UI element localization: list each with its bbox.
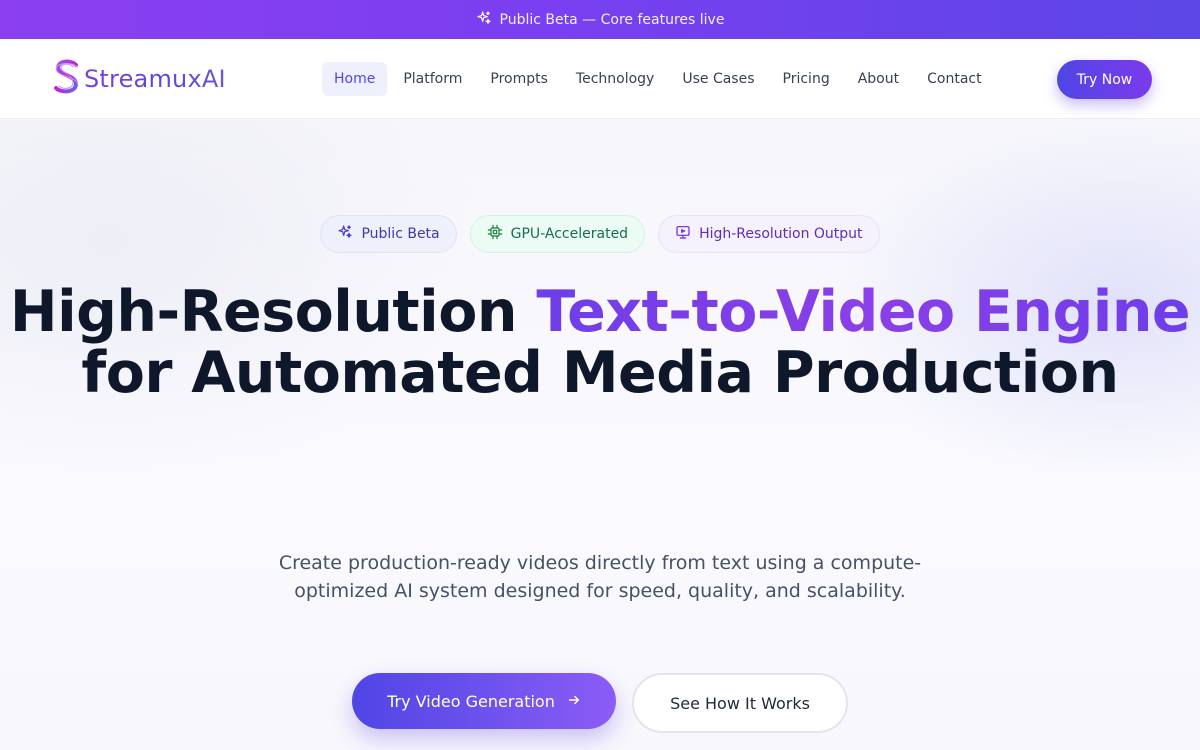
cta-label: Try Video Generation bbox=[387, 691, 555, 711]
nav-link-about[interactable]: About bbox=[846, 62, 911, 96]
brand-link[interactable]: StreamuxAI bbox=[52, 58, 226, 100]
nav-link-prompts[interactable]: Prompts bbox=[478, 62, 560, 96]
sparkles-icon bbox=[476, 10, 492, 30]
nav-link-use-cases[interactable]: Use Cases bbox=[670, 62, 766, 96]
badge-high-resolution: High-Resolution Output bbox=[658, 215, 880, 253]
headline-part-1: High-Resolution bbox=[9, 279, 518, 345]
nav-link-technology[interactable]: Technology bbox=[564, 62, 666, 96]
badge-gpu-accelerated: GPU-Accelerated bbox=[469, 215, 646, 253]
hero-headline: High-Resolution Text-to-Video Engine for… bbox=[0, 282, 1200, 404]
navbar: StreamuxAI Home Platform Prompts Technol… bbox=[0, 39, 1200, 119]
stylized-s-logo-icon bbox=[52, 58, 82, 100]
try-video-generation-button[interactable]: Try Video Generation bbox=[352, 673, 616, 729]
badge-public-beta: Public Beta bbox=[320, 215, 457, 253]
badge-label: GPU-Accelerated bbox=[510, 226, 629, 242]
nav-link-home[interactable]: Home bbox=[322, 62, 388, 96]
brand-name: StreamuxAI bbox=[84, 65, 226, 93]
headline-part-2: for Automated Media Production bbox=[81, 340, 1119, 406]
announcement-text: Public Beta — Core features live bbox=[499, 11, 725, 28]
monitor-play-icon bbox=[675, 224, 691, 244]
arrow-right-icon bbox=[567, 692, 581, 711]
try-now-button[interactable]: Try Now bbox=[1057, 60, 1152, 99]
announcement-banner: Public Beta — Core features live bbox=[0, 0, 1200, 39]
nav-link-platform[interactable]: Platform bbox=[391, 62, 474, 96]
cpu-chip-icon bbox=[487, 224, 503, 244]
badge-label: Public Beta bbox=[361, 226, 440, 242]
hero-subtitle: Create production-ready videos directly … bbox=[278, 552, 922, 602]
badge-label: High-Resolution Output bbox=[699, 226, 863, 242]
nav-link-pricing[interactable]: Pricing bbox=[771, 62, 842, 96]
headline-accent: Text-to-Video Engine bbox=[536, 279, 1191, 345]
see-how-it-works-button[interactable]: See How It Works bbox=[632, 673, 848, 733]
hero-badges: Public Beta GPU-Accelerated High-Resolut… bbox=[0, 215, 1200, 253]
main-nav: Home Platform Prompts Technology Use Cas… bbox=[322, 61, 998, 97]
nav-link-contact[interactable]: Contact bbox=[915, 62, 993, 96]
sparkles-icon bbox=[337, 224, 353, 244]
